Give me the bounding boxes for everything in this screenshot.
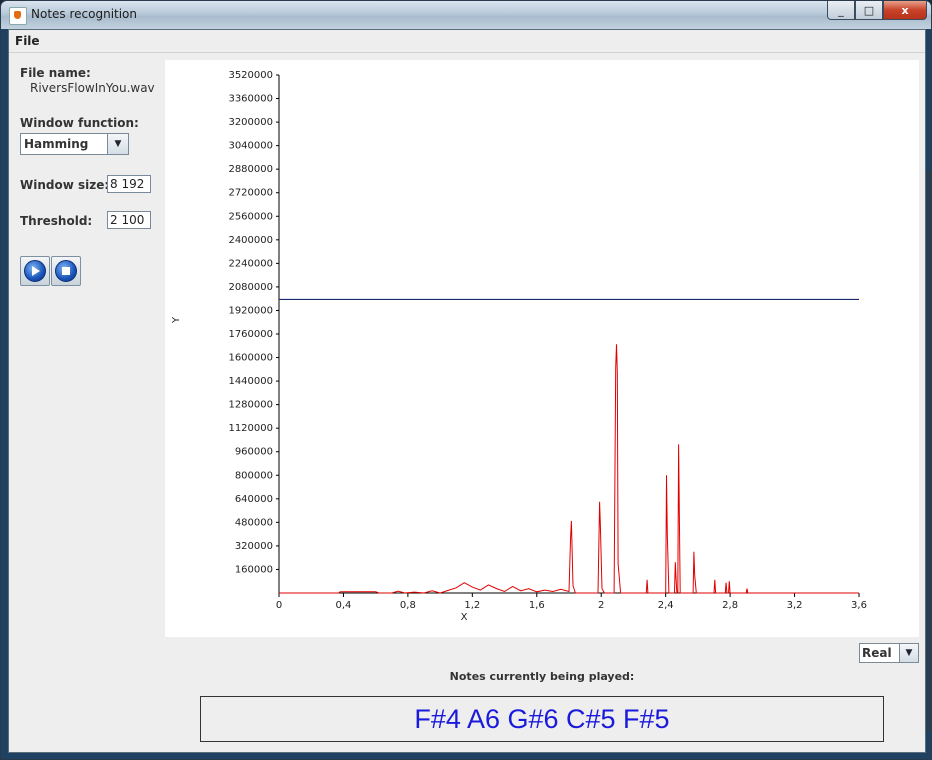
x-tick-label: 0,8 — [400, 600, 416, 611]
window-title: Notes recognition — [31, 7, 138, 21]
x-tick-label: 3,6 — [851, 600, 867, 611]
play-icon — [24, 260, 46, 282]
x-tick-label: 1,6 — [529, 600, 545, 611]
window-size-label: Window size: — [20, 178, 110, 192]
java-app-icon — [9, 7, 27, 25]
y-tick-label: 480000 — [235, 517, 273, 528]
y-tick-label: 2880000 — [228, 164, 273, 175]
y-tick-label: 3520000 — [228, 70, 273, 81]
stop-icon — [55, 260, 77, 282]
window-size-input[interactable]: 8 192 — [107, 175, 151, 193]
stop-button[interactable] — [51, 256, 81, 286]
y-tick-label: 3200000 — [228, 117, 273, 128]
window-function-value: Hamming — [24, 137, 89, 151]
y-tick-label: 1280000 — [228, 400, 273, 411]
y-tick-label: 2080000 — [228, 282, 273, 293]
close-button[interactable]: x — [883, 1, 927, 20]
spectrum-chart-panel: 160000 320000 480000 640000 800000 960000 1120… — [165, 60, 919, 637]
x-axis-label: X — [461, 612, 468, 623]
maximize-button[interactable]: □ — [855, 1, 883, 20]
window-function-label: Window function: — [20, 116, 139, 130]
x-tick-label: 0 — [276, 600, 282, 611]
y-tick-label: 3360000 — [228, 94, 273, 105]
x-tick-label: 1,2 — [464, 600, 480, 611]
y-tick-label: 1920000 — [228, 305, 273, 316]
spectrum-chart: 160000 320000 480000 640000 800000 960000 1120… — [171, 70, 867, 623]
y-tick-label: 640000 — [235, 494, 273, 505]
app-window: Notes recognition _ □ x File File name: … — [0, 0, 932, 760]
y-tick-label: 800000 — [235, 470, 273, 481]
threshold-input[interactable]: 2 100 — [107, 211, 151, 229]
window-controls: _ □ x — [827, 1, 927, 21]
spectrum-series-line — [279, 344, 859, 594]
y-tick-label: 960000 — [235, 447, 273, 458]
x-tick-label: 0,4 — [335, 600, 351, 611]
y-tick-label: 2400000 — [228, 235, 273, 246]
view-mode-select[interactable]: Real ▼ — [859, 643, 919, 663]
y-tick-label: 1760000 — [228, 329, 273, 340]
x-tick-label: 3,2 — [787, 600, 803, 611]
y-tick-label: 1120000 — [228, 423, 273, 434]
threshold-label: Threshold: — [20, 214, 93, 228]
chevron-down-icon[interactable]: ▼ — [107, 134, 128, 154]
y-tick-label: 1600000 — [228, 353, 273, 364]
y-tick-label: 3040000 — [228, 141, 273, 152]
notes-display: F#4 A6 G#6 C#5 F#5 — [200, 696, 884, 742]
play-button[interactable] — [20, 256, 50, 286]
client-area: File File name: RiversFlowInYou.wav Wind… — [8, 29, 926, 753]
view-mode-value: Real — [862, 646, 892, 660]
y-tick-label: 2720000 — [228, 188, 273, 199]
menu-bar: File — [9, 30, 925, 53]
window-function-select[interactable]: Hamming ▼ — [20, 133, 129, 155]
y-tick-label: 160000 — [235, 564, 273, 575]
menu-file[interactable]: File — [15, 34, 40, 48]
y-tick-label: 2560000 — [228, 211, 273, 222]
chevron-down-icon[interactable]: ▼ — [899, 644, 918, 662]
title-bar[interactable]: Notes recognition _ □ x — [1, 1, 931, 29]
x-tick-label: 2 — [598, 600, 604, 611]
y-axis-label: Y — [171, 316, 182, 324]
x-tick-label: 2,4 — [658, 600, 674, 611]
y-tick-label: 2240000 — [228, 258, 273, 269]
y-tick-label: 1440000 — [228, 376, 273, 387]
notes-title: Notes currently being played: — [449, 670, 635, 683]
file-name-value: RiversFlowInYou.wav — [30, 81, 155, 95]
file-name-label: File name: — [20, 66, 91, 80]
y-tick-label: 320000 — [235, 541, 273, 552]
minimize-button[interactable]: _ — [827, 1, 855, 20]
x-tick-label: 2,8 — [722, 600, 738, 611]
